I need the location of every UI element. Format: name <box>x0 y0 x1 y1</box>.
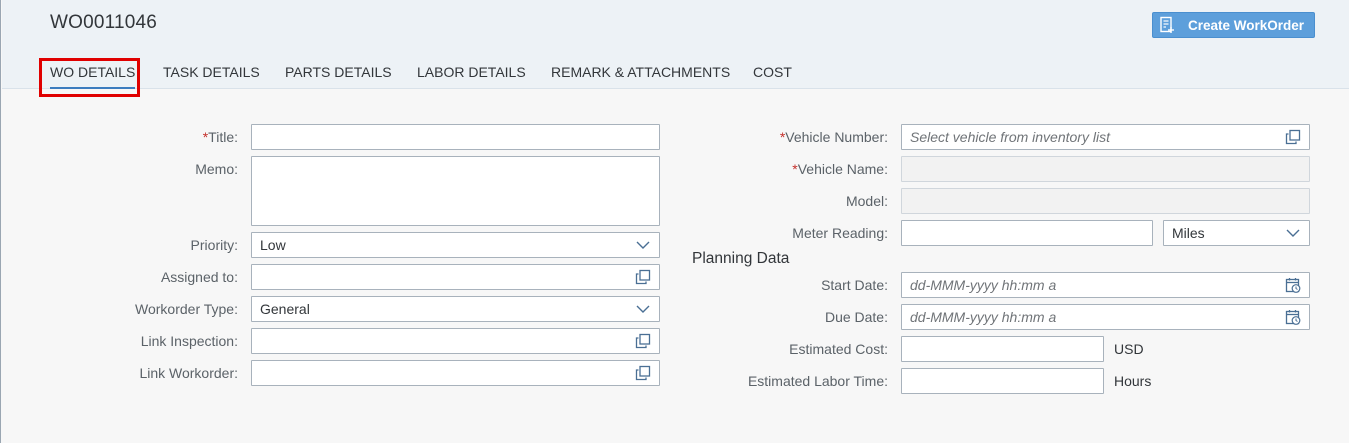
meter-reading-label: Meter Reading: <box>792 225 888 241</box>
calendar-clock-icon[interactable] <box>1285 277 1301 293</box>
estimated-labor-time-label: Estimated Labor Time: <box>747 373 888 389</box>
chevron-down-icon[interactable] <box>1285 225 1301 241</box>
tab-task-details[interactable]: TASK DETAILS <box>163 64 260 80</box>
model-label: Model: <box>845 193 888 209</box>
tab-cost[interactable]: COST <box>753 64 792 80</box>
start-date-label: Start Date: <box>821 277 888 293</box>
vehicle-number-input[interactable]: Select vehicle from inventory list <box>901 124 1310 150</box>
vehicle-number-placeholder: Select vehicle from inventory list <box>910 129 1110 145</box>
priority-label: Priority: <box>190 237 238 253</box>
value-help-icon[interactable] <box>635 333 651 349</box>
tab-labor-details[interactable]: LABOR DETAILS <box>417 64 526 80</box>
page-header: WO0011046 Create WorkOrder WO DETAILS TA… <box>2 0 1349 89</box>
calendar-clock-icon[interactable] <box>1285 309 1301 325</box>
planning-data-heading: Planning Data <box>692 250 790 267</box>
link-workorder-input[interactable] <box>251 360 660 386</box>
app-frame: WO0011046 Create WorkOrder WO DETAILS TA… <box>0 0 1349 443</box>
page-title: WO0011046 <box>50 12 158 33</box>
meter-unit-select[interactable]: Miles <box>1163 220 1310 246</box>
create-workorder-label: Create WorkOrder <box>1188 17 1305 33</box>
start-date-placeholder: dd-MMM-yyyy hh:mm a <box>910 277 1057 293</box>
start-date-input[interactable]: dd-MMM-yyyy hh:mm a <box>901 272 1310 298</box>
create-document-icon <box>1158 16 1176 34</box>
priority-select[interactable]: Low <box>251 232 660 258</box>
priority-value: Low <box>260 237 286 253</box>
due-date-input[interactable]: dd-MMM-yyyy hh:mm a <box>901 304 1310 330</box>
model-field <box>901 188 1310 214</box>
due-date-label: Due Date: <box>824 309 888 325</box>
vehicle-name-label: *Vehicle Name: <box>792 161 888 177</box>
title-label: *Title: <box>202 129 238 145</box>
workorder-type-value: General <box>260 301 310 317</box>
estimated-cost-unit: USD <box>1114 341 1144 357</box>
workorder-type-label: Workorder Type: <box>135 301 238 317</box>
memo-textarea[interactable] <box>251 156 660 226</box>
assigned-to-input[interactable] <box>251 264 660 290</box>
link-workorder-label: Link Workorder: <box>139 365 238 381</box>
meter-reading-input[interactable] <box>901 220 1153 246</box>
due-date-placeholder: dd-MMM-yyyy hh:mm a <box>910 309 1057 325</box>
estimated-labor-time-input[interactable] <box>901 368 1104 394</box>
chevron-down-icon[interactable] <box>635 237 651 253</box>
tab-remark-attachments[interactable]: REMARK & ATTACHMENTS <box>551 64 730 80</box>
link-inspection-input[interactable] <box>251 328 660 354</box>
estimated-cost-label: Estimated Cost: <box>789 341 888 357</box>
estimated-labor-time-unit: Hours <box>1114 373 1152 389</box>
workorder-type-select[interactable]: General <box>251 296 660 322</box>
active-tab-highlight-box <box>39 58 140 97</box>
vehicle-number-label: *Vehicle Number: <box>779 129 888 145</box>
link-inspection-label: Link Inspection: <box>140 333 238 349</box>
value-help-icon[interactable] <box>635 269 651 285</box>
assigned-to-label: Assigned to: <box>160 269 238 285</box>
vehicle-name-field <box>901 156 1310 182</box>
meter-unit-value: Miles <box>1172 225 1205 241</box>
title-input[interactable] <box>251 124 660 150</box>
chevron-down-icon[interactable] <box>635 301 651 317</box>
value-help-icon[interactable] <box>635 365 651 381</box>
create-workorder-button[interactable]: Create WorkOrder <box>1152 12 1315 38</box>
memo-label: Memo: <box>195 161 238 177</box>
tab-parts-details[interactable]: PARTS DETAILS <box>285 64 392 80</box>
value-help-icon[interactable] <box>1285 129 1301 145</box>
estimated-cost-input[interactable] <box>901 336 1104 362</box>
